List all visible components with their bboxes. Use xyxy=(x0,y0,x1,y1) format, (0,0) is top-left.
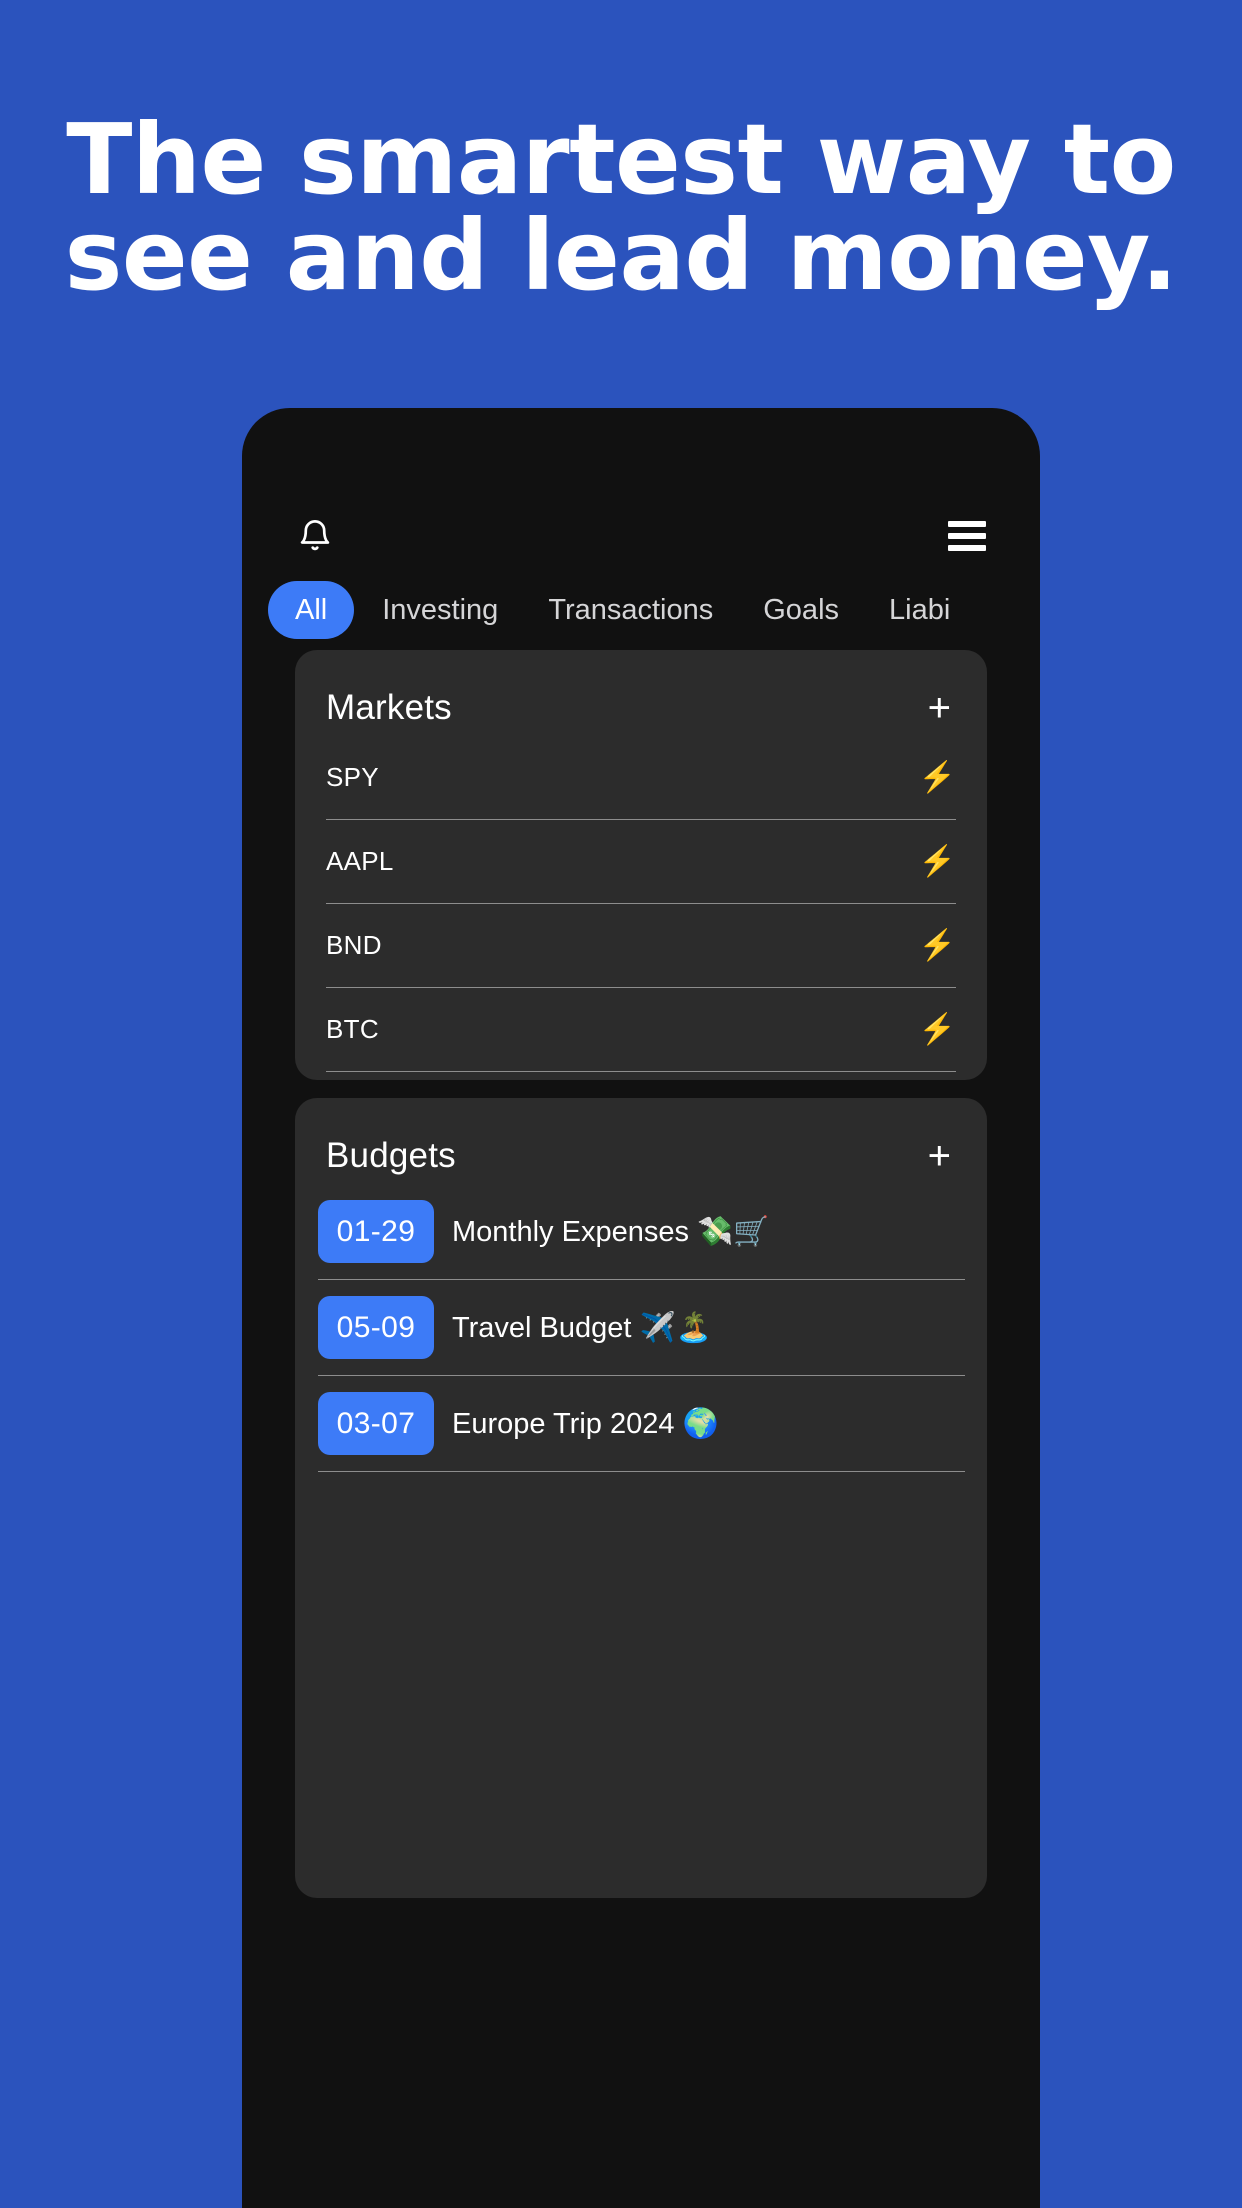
markets-card-header: Markets + xyxy=(295,650,987,736)
phone-mockup: All Investing Transactions Goals Liabi M… xyxy=(242,408,1040,2208)
markets-list: SPY ⚡ AAPL ⚡ BND ⚡ BTC ⚡ xyxy=(295,736,987,1072)
market-symbol: AAPL xyxy=(326,846,394,876)
budgets-list: 01-29 Monthly Expenses 💸🛒 05-09 Travel B… xyxy=(295,1184,987,1472)
budgets-card-header: Budgets + xyxy=(295,1098,987,1184)
budget-label: Europe Trip 2024 🌍 xyxy=(452,1407,719,1440)
budget-date-badge: 05-09 xyxy=(318,1296,434,1359)
add-budget-button[interactable]: + xyxy=(924,1136,955,1176)
lightning-bolt-icon: ⚡ xyxy=(918,1012,956,1046)
budget-row-monthly-expenses[interactable]: 01-29 Monthly Expenses 💸🛒 xyxy=(318,1184,965,1280)
markets-card-title: Markets xyxy=(326,688,452,727)
budget-label: Travel Budget ✈️🏝️ xyxy=(452,1311,712,1344)
tab-goals[interactable]: Goals xyxy=(738,581,864,639)
budget-row-europe-trip[interactable]: 03-07 Europe Trip 2024 🌍 xyxy=(318,1376,965,1472)
hamburger-bar-1 xyxy=(948,521,986,527)
market-row-bnd[interactable]: BND ⚡ xyxy=(326,904,956,988)
hamburger-bar-3 xyxy=(948,545,986,551)
app-header xyxy=(242,496,1040,576)
hero-headline: The smartest way to see and lead money. xyxy=(0,103,1242,312)
budget-date-badge: 01-29 xyxy=(318,1200,434,1263)
budgets-card-title: Budgets xyxy=(326,1136,456,1175)
tab-investing[interactable]: Investing xyxy=(357,581,523,639)
market-symbol: SPY xyxy=(326,762,379,792)
hero-headline-line-1: The smartest way to xyxy=(66,103,1176,216)
tab-liabilities[interactable]: Liabi xyxy=(864,581,975,639)
bell-icon[interactable] xyxy=(298,516,332,556)
budgets-card: Budgets + 01-29 Monthly Expenses 💸🛒 05-0… xyxy=(295,1098,987,1898)
tab-all[interactable]: All xyxy=(268,581,355,639)
tab-bar: All Investing Transactions Goals Liabi xyxy=(242,581,1040,639)
add-market-button[interactable]: + xyxy=(924,688,955,728)
budget-label: Monthly Expenses 💸🛒 xyxy=(452,1215,770,1248)
lightning-bolt-icon: ⚡ xyxy=(918,928,956,962)
markets-card: Markets + SPY ⚡ AAPL ⚡ BND ⚡ BTC ⚡ xyxy=(295,650,987,1080)
hero-headline-line-2: see and lead money. xyxy=(64,199,1178,312)
budget-row-travel-budget[interactable]: 05-09 Travel Budget ✈️🏝️ xyxy=(318,1280,965,1376)
tab-transactions[interactable]: Transactions xyxy=(523,581,738,639)
market-row-aapl[interactable]: AAPL ⚡ xyxy=(326,820,956,904)
hamburger-bar-2 xyxy=(948,533,986,539)
lightning-bolt-icon: ⚡ xyxy=(918,844,956,878)
market-symbol: BND xyxy=(326,930,382,960)
lightning-bolt-icon: ⚡ xyxy=(918,760,956,794)
market-row-btc[interactable]: BTC ⚡ xyxy=(326,988,956,1072)
market-symbol: BTC xyxy=(326,1014,379,1044)
hamburger-menu-icon[interactable] xyxy=(948,521,986,551)
budget-date-badge: 03-07 xyxy=(318,1392,434,1455)
market-row-spy[interactable]: SPY ⚡ xyxy=(326,736,956,820)
